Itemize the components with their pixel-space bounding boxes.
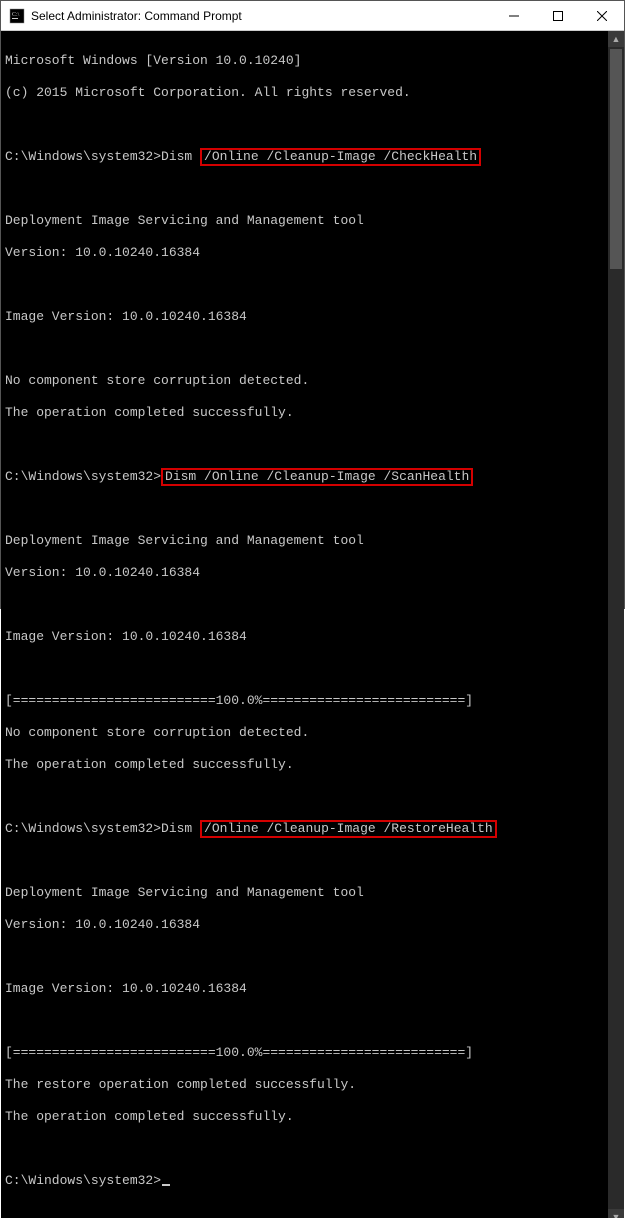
- terminal-line: Deployment Image Servicing and Managemen…: [5, 213, 604, 229]
- close-button[interactable]: [580, 1, 624, 31]
- terminal-line: [5, 789, 604, 805]
- terminal-prompt-line: C:\Windows\system32>Dism /Online /Cleanu…: [5, 821, 604, 837]
- terminal-line: [==========================100.0%=======…: [5, 1045, 604, 1061]
- maximize-button[interactable]: [536, 1, 580, 31]
- terminal-line: Version: 10.0.10240.16384: [5, 565, 604, 581]
- terminal-line: [5, 949, 604, 965]
- terminal-line: Image Version: 10.0.10240.16384: [5, 629, 604, 645]
- terminal-line: [5, 853, 604, 869]
- terminal-line: [5, 1141, 604, 1157]
- cursor-icon: [162, 1184, 170, 1186]
- terminal-line: [==========================100.0%=======…: [5, 693, 604, 709]
- terminal-line: Version: 10.0.10240.16384: [5, 245, 604, 261]
- window-frame: C:\ Select Administrator: Command Prompt…: [0, 0, 625, 609]
- terminal-prompt-line: C:\Windows\system32>Dism /Online /Cleanu…: [5, 149, 604, 165]
- terminal-line: No component store corruption detected.: [5, 725, 604, 741]
- terminal-line: (c) 2015 Microsoft Corporation. All righ…: [5, 85, 604, 101]
- highlighted-command: /Online /Cleanup-Image /CheckHealth: [200, 148, 481, 166]
- terminal-line: Deployment Image Servicing and Managemen…: [5, 533, 604, 549]
- terminal-line: The operation completed successfully.: [5, 757, 604, 773]
- minimize-button[interactable]: [492, 1, 536, 31]
- terminal-line: [5, 277, 604, 293]
- highlighted-command: Dism /Online /Cleanup-Image /ScanHealth: [161, 468, 473, 486]
- terminal-line: [5, 341, 604, 357]
- terminal-line: No component store corruption detected.: [5, 373, 604, 389]
- terminal-line: [5, 661, 604, 677]
- terminal-line: Version: 10.0.10240.16384: [5, 917, 604, 933]
- client-area: Microsoft Windows [Version 10.0.10240] (…: [1, 31, 624, 1218]
- terminal-line: [5, 1013, 604, 1029]
- terminal-line: The operation completed successfully.: [5, 1109, 604, 1125]
- terminal-line: [5, 597, 604, 613]
- terminal-line: Image Version: 10.0.10240.16384: [5, 981, 604, 997]
- terminal-line: [5, 437, 604, 453]
- highlighted-command: /Online /Cleanup-Image /RestoreHealth: [200, 820, 497, 838]
- titlebar[interactable]: C:\ Select Administrator: Command Prompt: [1, 1, 624, 31]
- terminal-line: Deployment Image Servicing and Managemen…: [5, 885, 604, 901]
- terminal-prompt-line: C:\Windows\system32>: [5, 1173, 604, 1189]
- prompt-text: C:\Windows\system32>Dism: [5, 149, 200, 164]
- terminal-viewport[interactable]: Microsoft Windows [Version 10.0.10240] (…: [1, 31, 608, 1218]
- prompt-text: C:\Windows\system32>Dism: [5, 821, 200, 836]
- window-title: Select Administrator: Command Prompt: [31, 9, 242, 23]
- terminal-content: Microsoft Windows [Version 10.0.10240] (…: [1, 31, 608, 1218]
- terminal-prompt-line: C:\Windows\system32>Dism /Online /Cleanu…: [5, 469, 604, 485]
- prompt-text: C:\Windows\system32>: [5, 469, 161, 484]
- scrollbar-thumb[interactable]: [610, 49, 622, 269]
- terminal-line: The operation completed successfully.: [5, 405, 604, 421]
- scroll-up-button[interactable]: ▲: [608, 31, 624, 47]
- terminal-line: [5, 181, 604, 197]
- scroll-down-button[interactable]: ▼: [608, 1209, 624, 1218]
- prompt-text: C:\Windows\system32>: [5, 1173, 161, 1188]
- terminal-line: Microsoft Windows [Version 10.0.10240]: [5, 53, 604, 69]
- svg-text:C:\: C:\: [12, 12, 20, 18]
- terminal-line: The restore operation completed successf…: [5, 1077, 604, 1093]
- scrollbar[interactable]: ▲ ▼: [608, 31, 624, 1218]
- terminal-line: [5, 501, 604, 517]
- terminal-line: [5, 117, 604, 133]
- app-icon: C:\: [9, 8, 25, 24]
- terminal-line: Image Version: 10.0.10240.16384: [5, 309, 604, 325]
